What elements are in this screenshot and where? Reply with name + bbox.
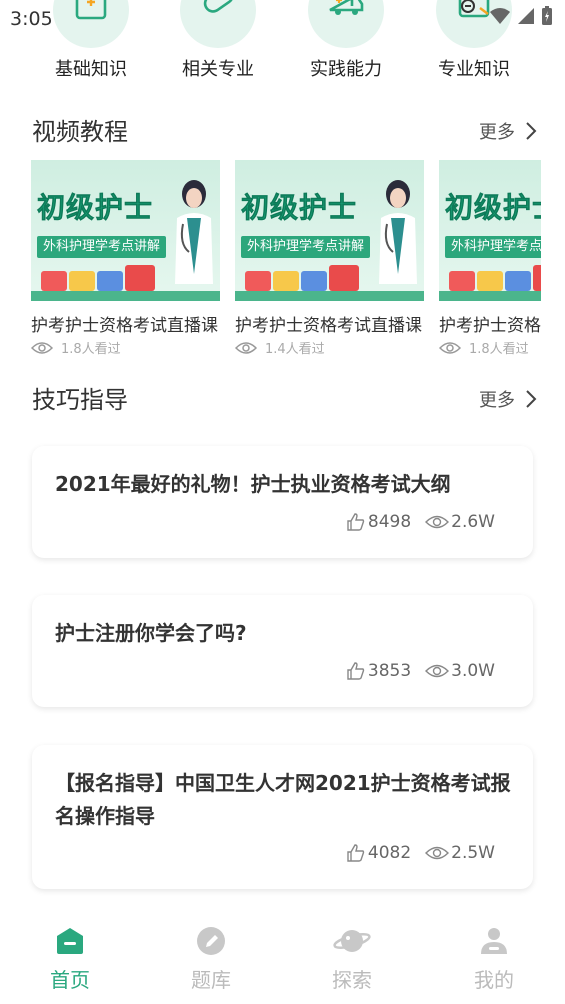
video-thumbnail: 初级护士 外科护理学考点讲解 <box>31 160 220 301</box>
nav-label: 题库 <box>191 968 231 992</box>
tip-title: 【报名指导】中国卫生人才网2021护士资格考试报名操作指导 <box>55 771 511 828</box>
eye-icon <box>425 515 450 529</box>
tip-views: 3.0W <box>451 661 495 681</box>
nav-mine[interactable]: 我的 <box>454 926 534 993</box>
eye-icon <box>425 846 450 860</box>
chevron-right-icon <box>526 390 537 408</box>
nav-label: 首页 <box>50 968 90 992</box>
video-views: 1.8人看过 <box>469 342 529 357</box>
pencil-icon <box>197 927 225 955</box>
tip-likes: 8498 <box>367 512 412 532</box>
video-list: 初级护士 外科护理学考点讲解 护考护士资格考试直播课 1.8人看过 初级护士 外… <box>31 160 541 370</box>
video-thumbnail: 初级护士 外科护理学考点讲解 <box>439 160 541 301</box>
nurse-illustration <box>379 180 417 284</box>
nav-explore[interactable]: 探索 <box>312 926 392 993</box>
tip-views: 2.5W <box>451 843 495 863</box>
video-section-header: 视频教程 更多 <box>32 112 537 152</box>
eye-icon <box>235 341 257 354</box>
nav-home[interactable]: 首页 <box>30 926 110 993</box>
thumbs-up-icon <box>347 513 365 531</box>
tip-title: 2021年最好的礼物！护士执业资格考试大纲 <box>55 472 451 496</box>
tips-more-link[interactable]: 更多 <box>479 386 537 412</box>
category-label: 实践能力 <box>310 59 382 80</box>
video-card[interactable]: 初级护士 外科护理学考点讲解 护考护士资格考试直播课 1.8人看过 <box>439 160 541 357</box>
ambulance-icon <box>329 0 364 15</box>
tip-likes: 3853 <box>367 661 412 681</box>
thumb-title: 初级护士 <box>241 191 358 225</box>
thumbs-up-icon <box>347 662 365 680</box>
section-title: 技巧指导 <box>32 386 128 414</box>
nurse-illustration <box>175 180 213 284</box>
more-label: 更多 <box>479 122 515 143</box>
thumb-banner: 外科护理学考点讲解 <box>241 236 371 258</box>
section-title: 视频教程 <box>32 118 128 146</box>
status-icons <box>489 6 553 26</box>
battery-icon <box>542 6 552 25</box>
tip-views: 2.6W <box>451 512 495 532</box>
tip-title: 护士注册你学会了吗? <box>55 621 247 645</box>
eye-icon <box>439 341 461 354</box>
video-card[interactable]: 初级护士 外科护理学考点讲解 护考护士资格考试直播课 1.8人看过 <box>31 160 220 357</box>
tip-card[interactable]: 2021年最好的礼物！护士执业资格考试大纲 8498 2.6W <box>32 446 533 558</box>
thumb-title: 初级护士 <box>37 191 154 225</box>
tip-card[interactable]: 护士注册你学会了吗? 3853 3.0W <box>32 595 533 707</box>
video-thumbnail: 初级护士 外科护理学考点讲解 <box>235 160 424 301</box>
tips-section-header: 技巧指导 更多 <box>32 380 537 420</box>
person-icon <box>481 928 507 954</box>
video-card[interactable]: 初级护士 外科护理学考点讲解 护考护士资格考试直播课 1.4人看过 <box>235 160 424 357</box>
status-time: 3:05 <box>10 8 53 30</box>
category-row: 基础知识 相关专业 实践能力 专业知识 <box>0 0 565 90</box>
signal-icon <box>518 8 534 24</box>
video-views: 1.8人看过 <box>61 342 121 357</box>
eye-icon <box>425 664 450 678</box>
tip-card[interactable]: 【报名指导】中国卫生人才网2021护士资格考试报名操作指导 4082 2.5W <box>32 745 533 889</box>
video-title: 护考护士资格考试直播课 <box>235 316 422 336</box>
nav-label: 我的 <box>474 968 514 992</box>
clipboard-plus-icon <box>75 0 107 20</box>
home-icon <box>57 928 83 954</box>
eye-icon <box>31 341 53 354</box>
category-label: 基础知识 <box>55 59 127 80</box>
video-title: 护考护士资格考试直播课 <box>31 316 218 336</box>
nav-label: 探索 <box>332 968 372 992</box>
chevron-right-icon <box>526 122 537 140</box>
tip-likes: 4082 <box>367 843 412 863</box>
bottom-nav: 首页 题库 探索 我的 <box>0 918 565 1004</box>
category-label: 专业知识 <box>438 59 510 80</box>
category-label: 相关专业 <box>182 59 254 80</box>
video-views: 1.4人看过 <box>265 342 325 357</box>
thumb-banner: 外科护理学考点讲解 <box>445 236 541 258</box>
video-more-link[interactable]: 更多 <box>479 118 537 144</box>
planet-icon <box>333 930 371 952</box>
document-minus-icon <box>458 0 490 18</box>
nav-question-bank[interactable]: 题库 <box>171 926 251 993</box>
thumb-title: 初级护士 <box>445 191 541 225</box>
wifi-icon <box>490 8 510 24</box>
thumbs-up-icon <box>347 844 365 862</box>
pill-icon <box>203 0 234 13</box>
thumb-banner: 外科护理学考点讲解 <box>37 236 167 258</box>
more-label: 更多 <box>479 390 515 411</box>
video-title: 护考护士资格考试直播课 <box>439 316 541 336</box>
